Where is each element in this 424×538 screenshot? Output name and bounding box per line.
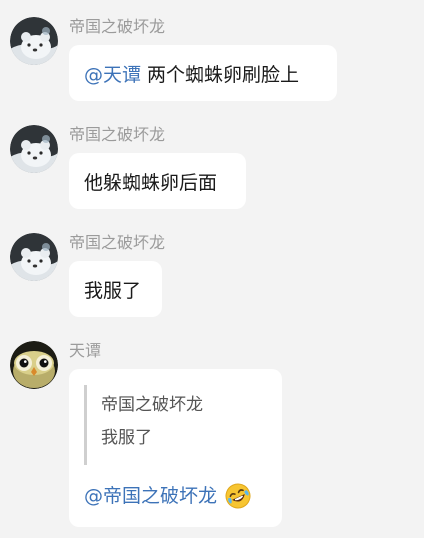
chat-message: 帝国之破坏龙 我服了 bbox=[10, 233, 414, 319]
chat-message: 帝国之破坏龙 他躲蜘蛛卵后面 bbox=[10, 125, 414, 211]
bear-avatar-icon[interactable] bbox=[10, 17, 58, 65]
quoted-message[interactable]: 帝国之破坏龙 我服了 bbox=[84, 385, 264, 465]
rolling-on-floor-laughing-emoji-icon bbox=[225, 483, 251, 509]
message-text: 他躲蜘蛛卵后面 bbox=[84, 171, 218, 194]
message-text: 两个蜘蛛卵刷脸上 bbox=[147, 63, 300, 86]
reply-text: @帝国之破坏龙 bbox=[84, 483, 251, 509]
mention-link[interactable]: @帝国之破坏龙 bbox=[84, 484, 217, 508]
message-bubble[interactable]: 帝国之破坏龙 我服了 @帝国之破坏龙 bbox=[69, 369, 282, 527]
mention-link[interactable]: @天谭 bbox=[84, 60, 141, 87]
sender-name: 帝国之破坏龙 bbox=[69, 233, 166, 252]
bear-avatar-icon[interactable] bbox=[10, 125, 58, 173]
sender-name: 帝国之破坏龙 bbox=[69, 17, 166, 36]
quoted-author: 帝国之破坏龙 bbox=[101, 395, 203, 415]
bear-avatar-icon[interactable] bbox=[10, 233, 58, 281]
message-bubble[interactable]: 我服了 bbox=[69, 261, 162, 317]
chat-message: 帝国之破坏龙 @天谭 两个蜘蛛卵刷脸上 bbox=[10, 17, 414, 103]
chat-message: 天谭 帝国之破坏龙 我服了 @帝国之破坏龙 bbox=[10, 341, 414, 529]
message-bubble[interactable]: @天谭 两个蜘蛛卵刷脸上 bbox=[69, 45, 337, 101]
quoted-text: 我服了 bbox=[101, 428, 152, 448]
owl-avatar-icon[interactable] bbox=[10, 341, 58, 389]
message-bubble[interactable]: 他躲蜘蛛卵后面 bbox=[69, 153, 246, 209]
message-text: 我服了 bbox=[84, 279, 142, 302]
sender-name: 天谭 bbox=[69, 341, 102, 360]
sender-name: 帝国之破坏龙 bbox=[69, 125, 166, 144]
